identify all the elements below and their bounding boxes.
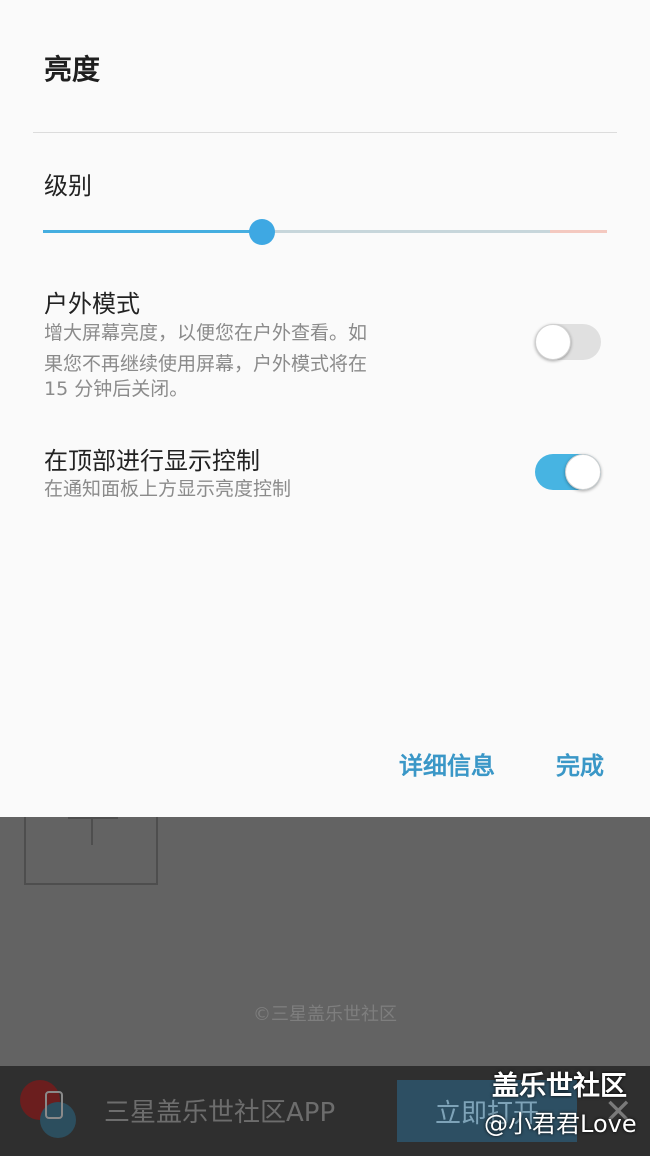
watermark-user: @小君君Love: [484, 1110, 637, 1138]
outdoor-mode-toggle[interactable]: [535, 324, 601, 360]
watermark-title: 盖乐世社区: [492, 1071, 627, 1102]
outdoor-mode-title: 户外模式: [44, 290, 140, 318]
panel-title: 亮度: [44, 53, 101, 86]
app-logo-icon: [20, 1080, 76, 1138]
banner-text: 三星盖乐世社区APP: [104, 1098, 336, 1128]
toggle-knob: [565, 454, 601, 490]
slider-track: [262, 230, 550, 233]
top-control-desc: 在通知面板上方显示亮度控制: [44, 478, 292, 500]
level-label: 级别: [44, 172, 92, 200]
background-frame-line: [91, 817, 93, 845]
outdoor-mode-desc-1: 增大屏幕亮度，以便您在户外查看。如: [44, 322, 368, 344]
top-control-title: 在顶部进行显示控制: [44, 447, 260, 475]
top-control-toggle[interactable]: [535, 454, 601, 490]
slider-high-zone: [550, 230, 607, 233]
done-button[interactable]: 完成: [556, 746, 604, 781]
toggle-knob: [535, 324, 571, 360]
slider-thumb[interactable]: [249, 219, 275, 245]
background-frame-hline: [68, 817, 118, 819]
copyright-text: ©三星盖乐世社区: [253, 1004, 397, 1025]
brightness-slider[interactable]: [43, 218, 607, 246]
brightness-panel: 亮度 级别 户外模式 增大屏幕亮度，以便您在户外查看。如 果您不再继续使用屏幕，…: [0, 0, 650, 817]
slider-fill: [43, 230, 262, 233]
outdoor-mode-desc-3: 15 分钟后关闭。: [44, 378, 189, 400]
divider: [33, 132, 617, 133]
details-button[interactable]: 详细信息: [399, 746, 495, 781]
